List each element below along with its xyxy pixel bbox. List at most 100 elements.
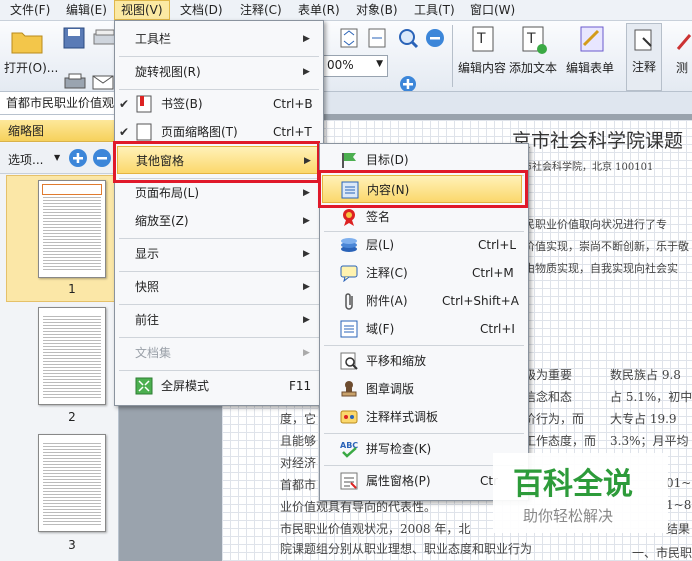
menu-edit[interactable]: 编辑(E)	[60, 0, 113, 20]
submenu-arrow-icon: ▶	[303, 282, 310, 292]
folder-icon[interactable]	[10, 27, 44, 55]
toolbar: 打开(O)... 00% ▼ T 编辑内容 T 添加文本 编辑表单 注释 测	[0, 21, 692, 92]
doc-body: 院课题组分别从职业理想、职业态度和职业行为	[280, 542, 533, 556]
menu-item-comment-styles[interactable]: 注释样式调板	[320, 403, 528, 431]
menu-item-comments[interactable]: 注释(C) Ctrl+M	[320, 259, 528, 287]
menu-file[interactable]: 文件(F)	[4, 0, 56, 20]
menu-item-label: 工具栏	[135, 32, 172, 46]
menu-bar: 文件(F) 编辑(E) 视图(V) 文档(D) 注释(C) 表单(R) 对象(B…	[0, 0, 692, 21]
submenu-arrow-icon: ▶	[303, 249, 310, 259]
menu-item-shortcut: Ctrl+L	[478, 238, 517, 252]
menu-separator	[119, 304, 319, 305]
doc-body: 对经济	[280, 456, 317, 470]
submenu-arrow-icon: ▶	[303, 216, 310, 226]
menu-separator	[119, 337, 319, 338]
edit-form-icon[interactable]	[578, 25, 606, 55]
doc-col-right: 数民族占 9.8	[610, 368, 681, 382]
menu-item-label: 拼写检查(K)	[366, 442, 432, 456]
menu-item-label: 全屏模式	[161, 379, 210, 393]
menu-item-pan-zoom[interactable]: 平移和缩放	[320, 347, 528, 375]
menu-item-label: 文档集	[135, 346, 172, 360]
layers-icon	[341, 238, 357, 252]
menu-comment[interactable]: 注释(C)	[234, 0, 288, 20]
open-button-label[interactable]: 打开(O)...	[4, 59, 58, 76]
fit-width-icon[interactable]	[366, 27, 388, 49]
stamp-icon	[341, 381, 357, 397]
doc-body-right: 一、市民职	[632, 546, 692, 560]
email-icon[interactable]	[92, 73, 114, 91]
doc-body-right: 结果	[666, 522, 691, 536]
menu-item-display[interactable]: 显示 ▶	[115, 240, 323, 268]
menu-tools[interactable]: 工具(T)	[408, 0, 461, 20]
menu-view[interactable]: 视图(V)	[114, 0, 170, 20]
document-tab[interactable]: 首都市民职业价值观	[0, 92, 118, 114]
doc-body: 度，它	[280, 412, 317, 426]
annotate-button[interactable]: 注释	[626, 23, 662, 91]
options-dropdown[interactable]: 选项...	[8, 151, 43, 168]
menu-object[interactable]: 对象(B)	[350, 0, 404, 20]
menu-item-snapshot[interactable]: 快照 ▶	[115, 273, 323, 301]
menu-window[interactable]: 窗口(W)	[464, 0, 521, 20]
menu-form[interactable]: 表单(R)	[292, 0, 346, 20]
menu-item-toolbars[interactable]: 工具栏 ▶	[115, 25, 323, 53]
menu-separator	[324, 345, 524, 346]
doc-line: 民职业价值取向状况进行了专	[524, 218, 667, 231]
chevron-down-icon[interactable]: ▼	[376, 59, 383, 69]
menu-item-go-to[interactable]: 前往 ▶	[115, 306, 323, 334]
edit-content-button[interactable]: 编辑内容	[458, 59, 506, 76]
highlight-frame-other-panes	[113, 141, 320, 183]
menu-item-layers[interactable]: 层(L) Ctrl+L	[320, 231, 528, 259]
zoom-in-thumbnails-icon[interactable]	[68, 148, 88, 168]
zoom-out-icon[interactable]	[424, 27, 446, 49]
menu-separator	[119, 238, 319, 239]
print-icon[interactable]	[64, 73, 86, 91]
annotate-icon	[634, 29, 652, 51]
menu-item-label: 前往	[135, 313, 160, 327]
page-thumbnail-1[interactable]	[38, 180, 106, 278]
doc-affiliation: 京市社会科学院，北京 100101	[512, 162, 654, 173]
menu-document[interactable]: 文档(D)	[174, 0, 229, 20]
doc-body-right: 1~80	[666, 498, 692, 512]
menu-item-page-layout[interactable]: 页面布局(L) ▶	[115, 179, 323, 207]
submenu-arrow-icon: ▶	[303, 315, 310, 325]
page-thumbnail-3[interactable]	[38, 434, 106, 532]
menu-item-attachments[interactable]: 附件(A) Ctrl+Shift+A	[320, 287, 528, 315]
palette-icon	[340, 410, 358, 424]
flag-icon	[342, 153, 356, 168]
watermark-title: 百科全说	[513, 467, 633, 502]
measure-label[interactable]: 测	[676, 59, 688, 76]
menu-item-stamp-palette[interactable]: 图章调版	[320, 375, 528, 403]
add-text-icon[interactable]: T	[520, 25, 548, 55]
add-text-button[interactable]: 添加文本	[509, 59, 557, 76]
menu-separator	[119, 271, 319, 272]
chevron-down-icon[interactable]: ▼	[54, 153, 60, 162]
toolbar-separator	[452, 25, 453, 87]
checkmark-icon: ✔	[119, 97, 130, 111]
thumbnail-highlight	[42, 184, 102, 195]
menu-item-zoom-to[interactable]: 缩放至(Z) ▶	[115, 207, 323, 235]
doc-col-left: 价行为，而	[524, 412, 585, 426]
highlight-frame-content	[318, 170, 528, 208]
menu-item-label: 快照	[135, 280, 160, 294]
edit-form-button[interactable]: 编辑表单	[566, 59, 614, 76]
page-thumbnail-2[interactable]	[38, 307, 106, 405]
zoom-out-thumbnails-icon[interactable]	[92, 148, 112, 168]
svg-text:T: T	[476, 31, 486, 47]
watermark-subtitle: 助你轻松解决	[523, 507, 614, 525]
page-thumbnail-icon	[136, 123, 152, 141]
zoom-field[interactable]: 00% ▼	[322, 55, 388, 77]
zoom-in-icon[interactable]	[397, 27, 419, 49]
view-menu: 工具栏 ▶ 旋转视图(R) ▶ ✔ 书签(B) Ctrl+B ✔ 页面缩略图(T…	[114, 20, 324, 406]
page-number-3: 3	[68, 538, 76, 552]
measure-icon[interactable]	[676, 29, 692, 53]
zoom-plus-icon[interactable]	[397, 75, 419, 91]
save-icon[interactable]	[62, 26, 86, 50]
edit-content-icon[interactable]: T	[470, 25, 498, 55]
fit-page-icon[interactable]	[338, 27, 360, 49]
menu-item-rotate-view[interactable]: 旋转视图(R) ▶	[115, 58, 323, 86]
menu-item-full-screen[interactable]: 全屏模式 F11	[115, 372, 323, 400]
menu-item-bookmarks[interactable]: ✔ 书签(B) Ctrl+B	[115, 90, 323, 118]
menu-item-label: 层(L)	[366, 238, 395, 252]
thumbnail-lines	[43, 195, 101, 271]
menu-item-fields[interactable]: 域(F) Ctrl+I	[320, 315, 528, 343]
